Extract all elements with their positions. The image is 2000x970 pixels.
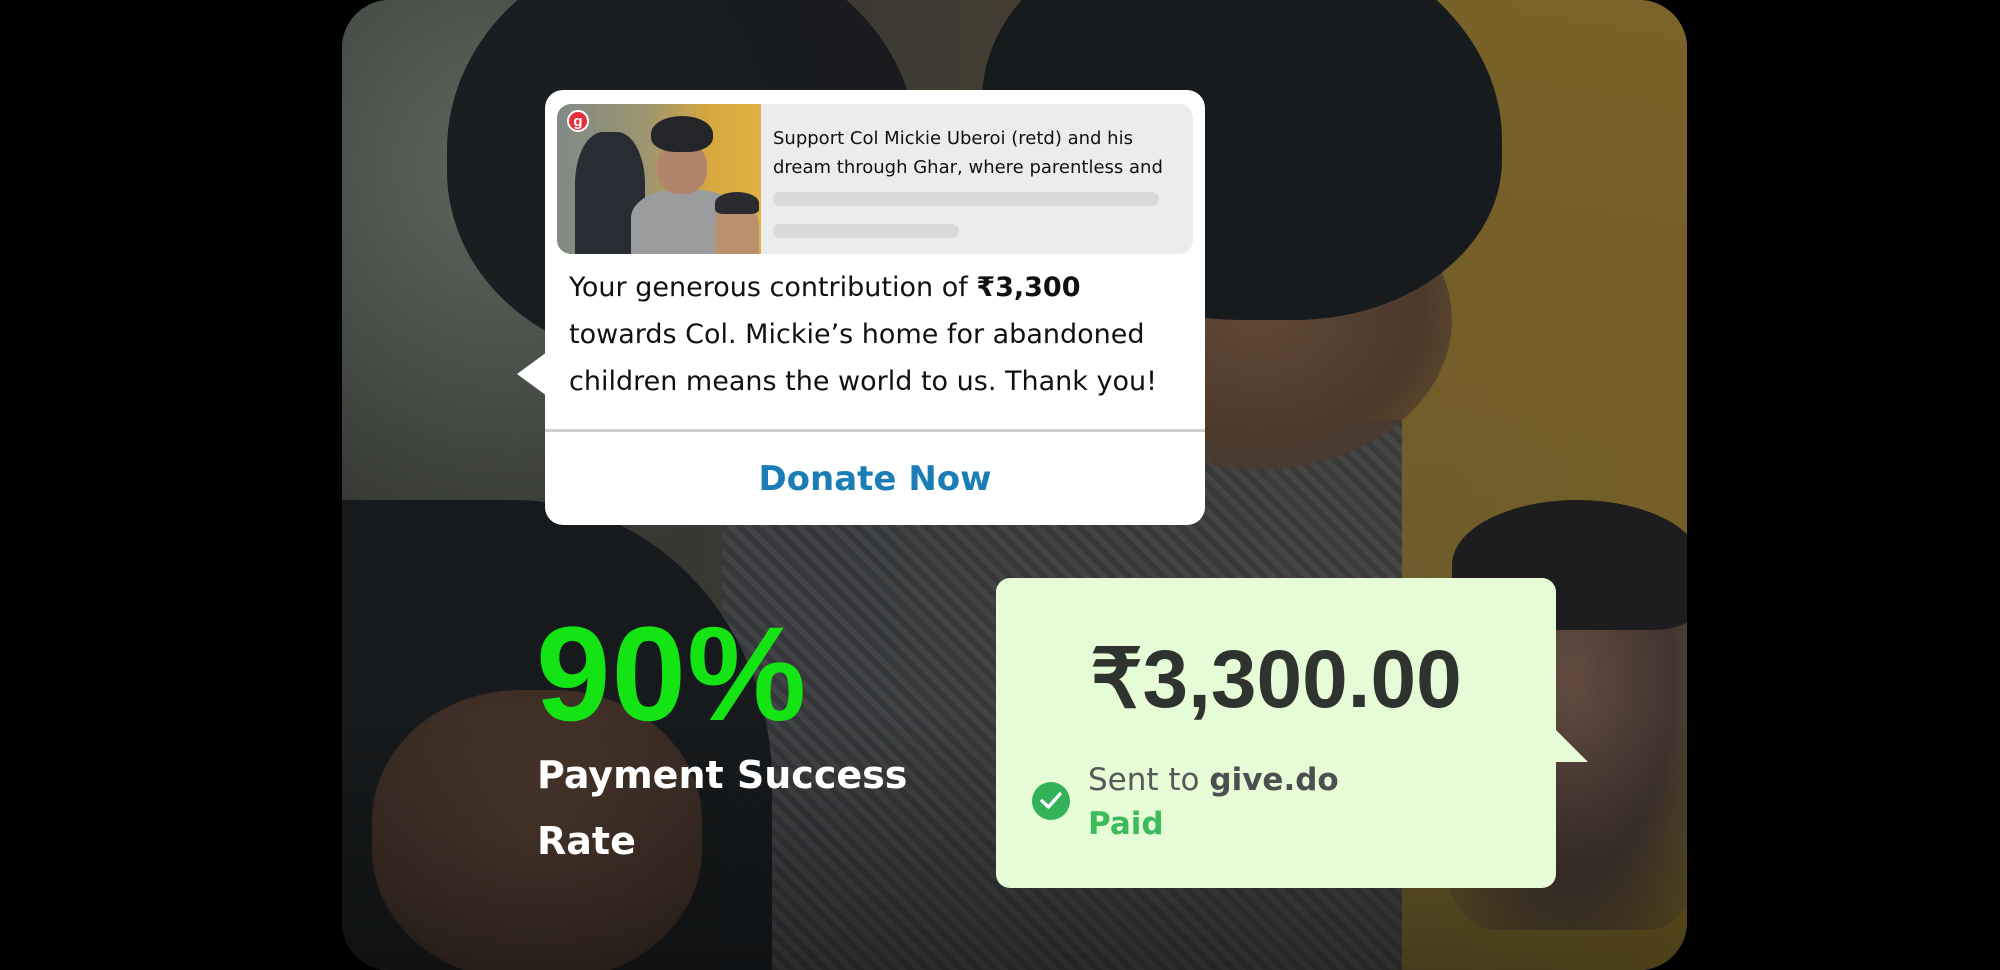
- thumb-boy-hair: [715, 192, 759, 214]
- sent-prefix: Sent to: [1088, 762, 1210, 798]
- success-rate-label: Payment Success Rate: [537, 753, 908, 863]
- preview-skeleton-line: [773, 224, 959, 238]
- preview-thumbnail: g: [557, 104, 761, 254]
- preview-title: Support Col Mickie Uberoi (retd) and his…: [773, 128, 1163, 178]
- payment-card: ₹3,300.00 Sent to give.do Paid: [996, 578, 1588, 888]
- preview-skeleton-line: [773, 192, 1159, 206]
- notification-message: Your generous contribution of ₹3,300 tow…: [569, 264, 1189, 405]
- give-logo-icon: g: [567, 110, 589, 132]
- donate-now-button[interactable]: Donate Now: [545, 432, 1205, 525]
- check-circle-icon: [1032, 782, 1070, 820]
- message-amount: ₹3,300: [976, 272, 1081, 303]
- notification-card[interactable]: g Support Col Mickie Uberoi (retd) and h…: [517, 90, 1205, 525]
- payment-recipient: give.do: [1209, 762, 1339, 798]
- success-rate-value: 90%: [536, 600, 808, 749]
- payment-status: Paid: [1088, 806, 1164, 842]
- thumb-man-turban: [651, 116, 713, 152]
- message-prefix: Your generous contribution of: [569, 272, 977, 303]
- message-suffix: towards Col. Mickie’s home for abandoned…: [569, 319, 1157, 397]
- notification-tail: [517, 352, 547, 396]
- link-preview[interactable]: g Support Col Mickie Uberoi (retd) and h…: [557, 104, 1193, 254]
- payment-amount: ₹3,300.00: [1090, 634, 1462, 725]
- payment-recipient-line: Sent to give.do: [1088, 758, 1339, 802]
